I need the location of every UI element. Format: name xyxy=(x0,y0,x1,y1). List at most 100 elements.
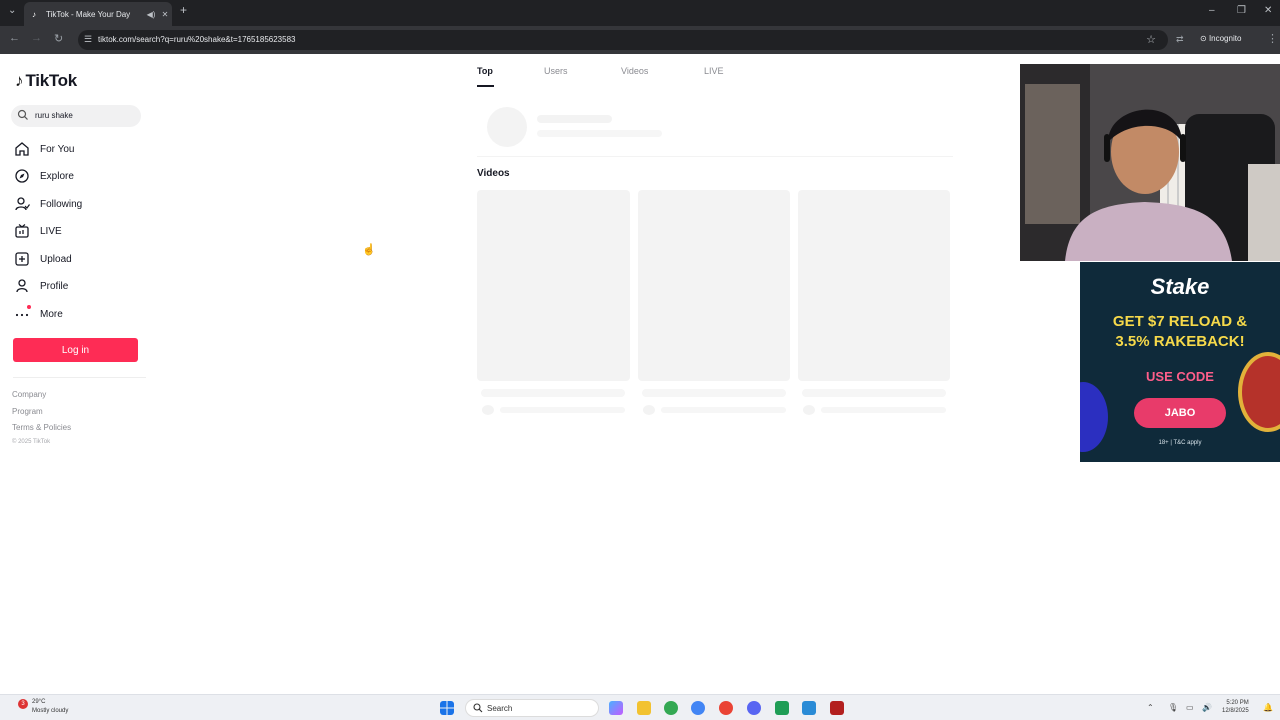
browser-tab[interactable]: ♪ TikTok - Make Your Day ◀) ✕ xyxy=(24,2,172,26)
ad-code-button[interactable]: JABO xyxy=(1134,398,1226,428)
upload-icon xyxy=(15,252,29,266)
sidebar-divider xyxy=(13,377,146,378)
tiktok-favicon-icon: ♪ xyxy=(32,9,36,19)
sidebar-item-following[interactable]: Following xyxy=(14,193,144,215)
search-value: ruru shake xyxy=(35,111,73,120)
search-icon xyxy=(473,703,483,713)
sidebar-item-explore[interactable]: Explore xyxy=(14,165,144,187)
extensions-icon[interactable]: ⇄ xyxy=(1176,34,1184,45)
new-tab-icon[interactable]: + xyxy=(180,3,187,17)
tab-videos[interactable]: Videos xyxy=(621,66,648,76)
sidebar-item-label: Following xyxy=(40,198,83,210)
sidebar-item-label: Profile xyxy=(40,280,69,292)
ad-headline-line: 3.5% RAKEBACK! xyxy=(1115,333,1245,350)
incognito-icon: ⊙ xyxy=(1200,34,1207,43)
stake-ad-banner[interactable]: Stake GET $7 RELOAD & 3.5% RAKEBACK! USE… xyxy=(1080,262,1280,462)
user-meta-skeleton xyxy=(537,130,662,137)
user-name-skeleton xyxy=(537,115,612,123)
tab-title: TikTok - Make Your Day xyxy=(46,9,131,19)
weather-badge: 3 xyxy=(18,699,28,709)
close-window-icon[interactable]: ✕ xyxy=(1264,5,1272,16)
taskbar-search-label: Search xyxy=(487,704,513,713)
logo-text: TikTok xyxy=(25,71,78,90)
chrome-profile-icon[interactable] xyxy=(691,701,705,715)
chrome-profile-2-icon[interactable] xyxy=(719,701,733,715)
sidebar-item-label: Upload xyxy=(40,253,72,265)
speaker-icon[interactable]: ◀) xyxy=(144,10,158,19)
footer-copyright: © 2025 TikTok xyxy=(12,439,51,445)
sidebar-item-profile[interactable]: Profile xyxy=(14,275,144,297)
restore-icon[interactable]: ❐ xyxy=(1237,5,1246,16)
live-icon xyxy=(15,224,29,238)
ad-headline: GET $7 RELOAD & 3.5% RAKEBACK! xyxy=(1088,312,1272,352)
sidebar-item-for-you[interactable]: For You xyxy=(14,138,144,160)
browser-tab-strip: ⌄ ♪ TikTok - Make Your Day ◀) ✕ + – ❐ ✕ xyxy=(0,0,1280,26)
system-clock[interactable]: 5:20 PM 12/8/2025 xyxy=(1222,699,1249,715)
site-info-icon[interactable]: ☰ xyxy=(84,34,92,45)
discord-icon[interactable] xyxy=(747,701,761,715)
tab-top[interactable]: Top xyxy=(477,66,493,76)
login-button[interactable]: Log in xyxy=(13,338,138,362)
microphone-icon[interactable]: 🎙 xyxy=(1168,703,1178,712)
browser-toolbar: ← → ↻ ☰ tiktok.com/search?q=ruru%20shake… xyxy=(0,26,1280,54)
app-icon[interactable] xyxy=(775,701,789,715)
video-card-skeleton xyxy=(477,190,630,381)
video-card-skeleton xyxy=(798,190,950,381)
section-divider xyxy=(477,156,953,157)
tiktok-logo[interactable]: ♪ TikTok xyxy=(15,71,77,91)
file-explorer-icon[interactable] xyxy=(637,701,651,715)
home-icon xyxy=(15,142,29,156)
incognito-label[interactable]: ⊙ Incognito xyxy=(1200,34,1241,43)
url-text: tiktok.com/search?q=ruru%20shake&t=17651… xyxy=(98,35,296,44)
game-icon[interactable] xyxy=(830,701,844,715)
clock-time: 5:20 PM xyxy=(1226,700,1249,706)
sidebar-item-more[interactable]: More xyxy=(14,303,144,325)
minimize-icon[interactable]: – xyxy=(1209,5,1215,16)
following-icon xyxy=(15,197,30,211)
taskbar-search[interactable]: Search xyxy=(465,699,599,717)
roulette-wheel-graphic xyxy=(1238,352,1280,432)
tab-live[interactable]: LIVE xyxy=(704,66,724,76)
clock-date: 12/8/2025 xyxy=(1222,708,1249,714)
address-bar[interactable]: ☰ tiktok.com/search?q=ruru%20shake&t=176… xyxy=(78,30,1168,50)
footer-company-link[interactable]: Company xyxy=(12,390,46,399)
profile-icon xyxy=(16,279,28,293)
volume-icon[interactable]: 🔊 xyxy=(1202,703,1212,712)
user-avatar-skeleton xyxy=(487,107,527,147)
browser-menu-icon[interactable]: ⋮ xyxy=(1267,32,1278,45)
back-icon[interactable]: ← xyxy=(9,32,20,44)
video-author-avatar-skeleton xyxy=(482,405,494,415)
ad-terms: 18+ | T&C apply xyxy=(1158,440,1202,446)
tray-chevron-icon[interactable]: ⌃ xyxy=(1147,703,1154,712)
active-tab-indicator xyxy=(477,85,494,87)
search-input[interactable]: ruru shake xyxy=(11,105,141,127)
ad-brand: Stake xyxy=(1150,274,1210,299)
windows-start-icon[interactable] xyxy=(440,701,454,715)
video-caption-skeleton xyxy=(802,389,946,397)
video-author-skeleton xyxy=(500,407,625,413)
tab-users[interactable]: Users xyxy=(544,66,568,76)
sidebar-item-upload[interactable]: Upload xyxy=(14,248,144,270)
notification-dot xyxy=(27,305,31,309)
sidebar-item-live[interactable]: LIVE xyxy=(14,220,144,242)
videos-heading: Videos xyxy=(477,168,510,179)
notification-bell-icon[interactable]: 🔔 xyxy=(1263,703,1273,712)
copilot-icon[interactable] xyxy=(609,701,623,715)
forward-icon[interactable]: → xyxy=(31,32,42,44)
chrome-icon[interactable] xyxy=(664,701,678,715)
weather-temp: 29°C xyxy=(32,699,46,705)
tab-search-icon[interactable]: ⌄ xyxy=(8,5,16,16)
video-author-avatar-skeleton xyxy=(803,405,815,415)
sidebar-item-label: For You xyxy=(40,143,75,155)
footer-terms-link[interactable]: Terms & Policies xyxy=(12,423,71,432)
hand-cursor-icon: ☝ xyxy=(362,244,376,256)
reload-icon[interactable]: ↻ xyxy=(54,32,63,45)
video-card-skeleton xyxy=(638,190,790,381)
network-icon[interactable]: ▭ xyxy=(1186,703,1194,712)
webcam-overlay xyxy=(1020,64,1280,261)
ad-headline-line: GET $7 RELOAD & xyxy=(1112,313,1248,330)
notepad-icon[interactable] xyxy=(802,701,816,715)
close-tab-icon[interactable]: ✕ xyxy=(158,10,172,19)
footer-program-link[interactable]: Program xyxy=(12,407,43,416)
bookmark-star-icon[interactable]: ☆ xyxy=(1146,33,1156,46)
